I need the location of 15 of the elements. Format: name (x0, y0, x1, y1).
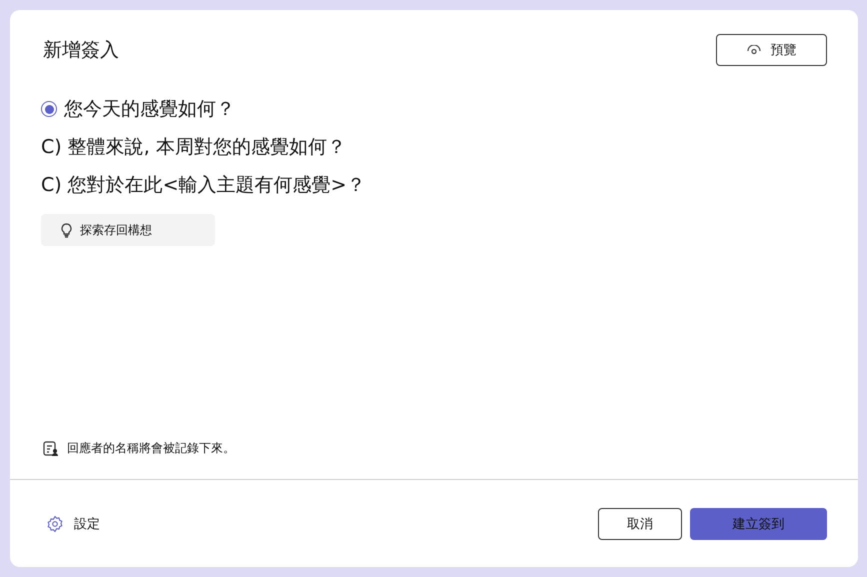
radio-button[interactable] (41, 101, 57, 117)
preview-button[interactable]: 預覽 (716, 34, 827, 66)
note-text: 回應者的名稱將會被記錄下來。 (67, 440, 235, 457)
settings-icon (46, 515, 64, 533)
question-text: 您今天的感覺如何？ (64, 97, 235, 122)
lightbulb-icon (61, 222, 72, 238)
form-person-icon (43, 440, 59, 456)
question-text: C) 您對於在此<輸入主題有何感覺>？ (41, 173, 366, 198)
explore-ideas-button[interactable]: 探索存回構想 (41, 214, 215, 246)
create-checkin-button[interactable]: 建立簽到 (690, 508, 827, 540)
dialog-title: 新增簽入 (43, 38, 119, 63)
settings-button[interactable]: 設定 (46, 515, 100, 533)
question-text: C) 整體來說, 本周對您的感覺如何？ (41, 135, 346, 160)
eye-icon (746, 45, 760, 55)
cancel-button[interactable]: 取消 (598, 508, 682, 540)
